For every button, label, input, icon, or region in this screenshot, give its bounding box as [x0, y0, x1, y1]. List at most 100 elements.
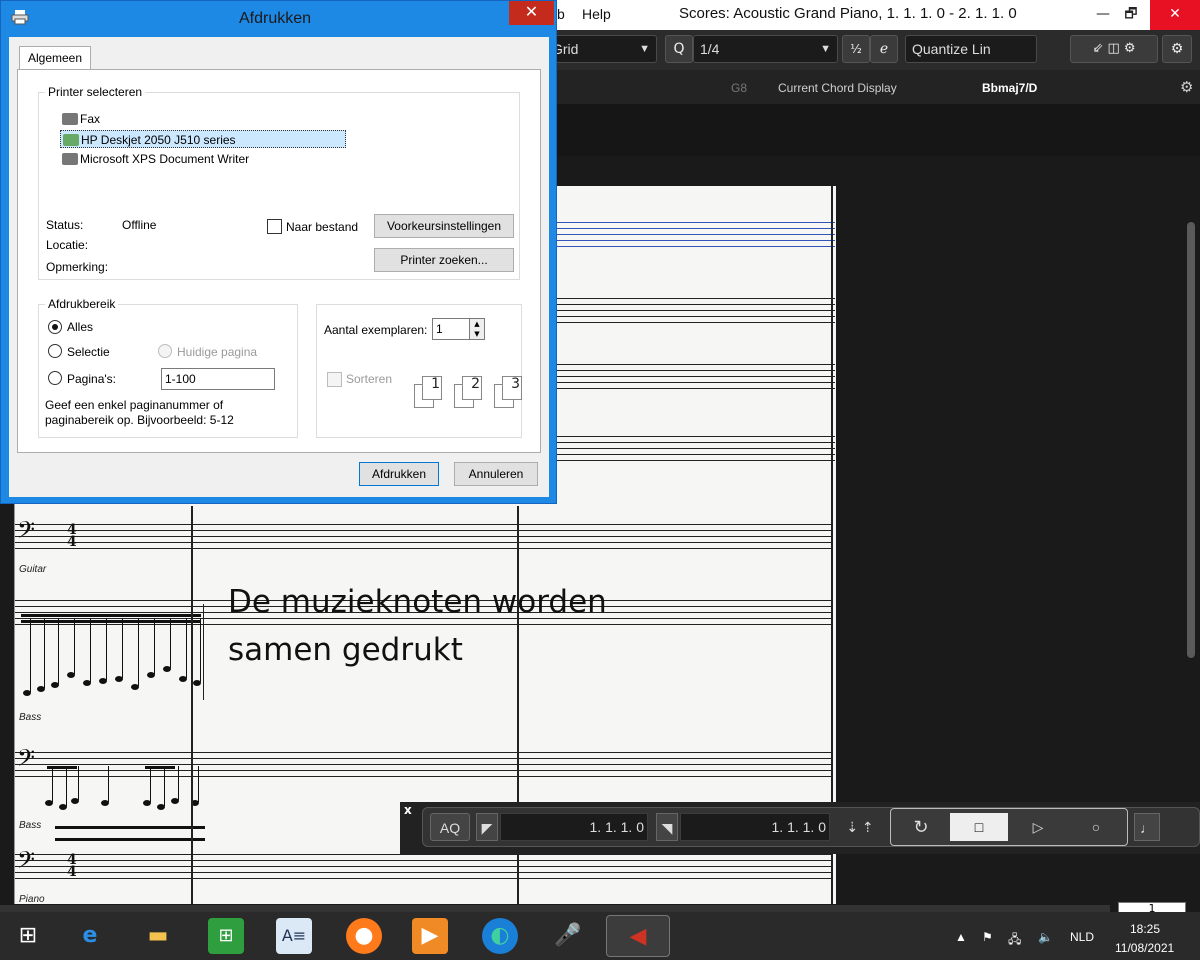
grid-select[interactable]: Grid ▼	[545, 35, 657, 63]
caption-text: De muzieknoten worden samen gedrukt	[228, 584, 607, 668]
collate-checkbox[interactable]	[327, 372, 342, 387]
swing-icon[interactable]: ℯ	[870, 35, 898, 63]
print-dialog-titlebar[interactable]: Afdrukken	[1, 1, 558, 37]
volume-icon[interactable]: 🔈	[1038, 930, 1053, 944]
clock-time[interactable]: 18:25	[1130, 922, 1160, 936]
copies-spinner[interactable]: ▲ ▼	[469, 318, 485, 340]
range-selection-label: Selectie	[67, 345, 110, 359]
window-layout-icons[interactable]: ⇙ ◫ ⚙	[1070, 35, 1158, 63]
quantize-select[interactable]: 1/4 ▼	[693, 35, 838, 63]
clock-date[interactable]: 11/08/2021	[1115, 941, 1174, 955]
tray-overflow-icon[interactable]: ▲	[955, 930, 967, 944]
to-file-checkbox[interactable]	[267, 219, 282, 234]
copies-label: Aantal exemplaren:	[324, 323, 428, 337]
instrument-label-guitar: Guitar	[19, 564, 47, 575]
flag-icon[interactable]: ⚑	[982, 930, 993, 944]
note-icon[interactable]: ♩	[1134, 813, 1160, 841]
current-chord: Bbmaj7/D	[982, 81, 1038, 95]
edge-icon[interactable]: ◐	[482, 918, 518, 954]
instrument-label-bass-2: Bass	[19, 820, 42, 831]
bass-clef-icon: 𝄢	[17, 846, 36, 879]
app-title: Scores: Acoustic Grand Piano, 1. 1. 1. 0…	[679, 5, 1017, 22]
cancel-button[interactable]: Annuleren	[454, 462, 538, 486]
right-locator-value: 1. 1. 1. 0	[771, 819, 826, 835]
printer-icon	[62, 113, 78, 125]
comment-label: Opmerking:	[46, 260, 109, 274]
gear-icon[interactable]: ⚙	[1180, 78, 1193, 96]
range-hint-line1: Geef een enkel paginanummer of	[45, 398, 224, 412]
file-explorer-icon[interactable]: ▬	[140, 918, 176, 954]
quantize-mode-value: Quantize Lin	[912, 41, 991, 57]
to-file-label: Naar bestand	[286, 220, 359, 234]
range-current-radio[interactable]	[158, 344, 172, 358]
windows-start-icon[interactable]: ⊞	[10, 918, 46, 954]
quantize-icon[interactable]: Q	[665, 35, 693, 63]
time-signature: 44	[67, 522, 77, 550]
range-selection-radio[interactable]	[48, 344, 62, 358]
time-signature-piano: 44	[67, 852, 77, 880]
range-all-radio[interactable]	[48, 320, 62, 334]
find-printer-button[interactable]: Printer zoeken...	[374, 248, 514, 272]
printer-item-hp[interactable]: HP Deskjet 2050 J510 series	[60, 130, 346, 148]
menu-item-help[interactable]: Help	[582, 6, 611, 22]
store-icon[interactable]: ⊞	[208, 918, 244, 954]
printer-item-fax[interactable]: Fax	[60, 110, 100, 128]
dialog-close-button[interactable]: ✕	[509, 1, 554, 25]
print-button[interactable]: Afdrukken	[359, 462, 439, 486]
auto-quantize-button[interactable]: AQ	[430, 813, 470, 841]
instrument-label-piano: Piano	[19, 894, 45, 905]
media-player-icon[interactable]: ▶	[412, 918, 448, 954]
left-locator-value: 1. 1. 1. 0	[589, 819, 644, 835]
range-pages-radio[interactable]	[48, 371, 62, 385]
screen: b Help Scores: Acoustic Grand Piano, 1. …	[0, 0, 1200, 960]
pages-input[interactable]: 1-100	[161, 368, 275, 390]
maximize-button[interactable]: 🗗	[1108, 0, 1154, 30]
copies-input[interactable]: 1	[432, 318, 470, 340]
left-locator-icon[interactable]: ◤	[476, 813, 498, 841]
tab-algemeen[interactable]: Algemeen	[19, 46, 91, 70]
printer-icon	[11, 9, 29, 25]
instrument-label-bass: Bass	[19, 712, 42, 723]
internet-explorer-icon[interactable]: e	[72, 918, 108, 954]
play-icon[interactable]: ▷	[1010, 813, 1066, 841]
print-dialog-title: Afdrukken	[239, 10, 312, 27]
print-dialog: Afdrukken ✕ Algemeen Printer selecteren …	[0, 0, 557, 504]
collate-label: Sorteren	[346, 372, 393, 386]
transport-close-button[interactable]: x	[404, 803, 412, 817]
status-label: Status:	[46, 218, 84, 232]
microphone-icon[interactable]: 🎤	[550, 918, 586, 954]
menu-item-b[interactable]: b	[557, 6, 565, 22]
language-indicator[interactable]: NLD	[1070, 930, 1094, 944]
print-dialog-body: Algemeen Printer selecteren Fax HP Deskj…	[9, 37, 549, 497]
triplet-icon[interactable]: ⅟₂	[842, 35, 870, 63]
status-value: Offline	[122, 218, 157, 232]
punch-icons[interactable]: ⇣ ⇡	[835, 813, 885, 841]
record-icon[interactable]: ○	[1068, 813, 1124, 841]
range-hint-line2: paginabereik op. Bijvoorbeeld: 5-12	[45, 413, 234, 427]
location-label: Locatie:	[46, 238, 89, 252]
close-button[interactable]: ✕	[1150, 0, 1200, 30]
settings-gear-icon[interactable]: ⚙	[1162, 35, 1192, 63]
vertical-scrollbar[interactable]	[1187, 222, 1195, 658]
printer-item-xps[interactable]: Microsoft XPS Document Writer	[60, 150, 249, 168]
stop-icon[interactable]: □	[950, 813, 1008, 841]
network-icon[interactable]: 🖧	[1008, 930, 1021, 951]
quantize-value: 1/4	[700, 41, 720, 57]
firefox-icon[interactable]: ●	[346, 918, 382, 954]
cycle-icon[interactable]: ↻	[896, 813, 946, 841]
cubase-icon[interactable]: ◀	[606, 915, 670, 957]
right-locator-icon[interactable]: ◥	[656, 813, 678, 841]
quantize-mode-select[interactable]: Quantize Lin	[905, 35, 1037, 63]
chevron-down-icon: ▼	[639, 43, 650, 55]
range-current-label: Huidige pagina	[177, 345, 258, 359]
chevron-down-icon: ▼	[820, 43, 831, 55]
preferences-button[interactable]: Voorkeursinstellingen	[374, 214, 514, 238]
chord-g8: G8	[731, 81, 748, 95]
range-all-label: Alles	[67, 320, 94, 334]
bass-clef-icon: 𝄢	[17, 516, 36, 549]
document-icon[interactable]: A≡	[276, 918, 312, 954]
printer-icon	[63, 134, 79, 146]
printer-icon	[62, 153, 78, 165]
chord-display-label: Current Chord Display	[778, 81, 897, 95]
tab-panel: Printer selecteren Fax HP Deskjet 2050 J…	[17, 69, 541, 453]
